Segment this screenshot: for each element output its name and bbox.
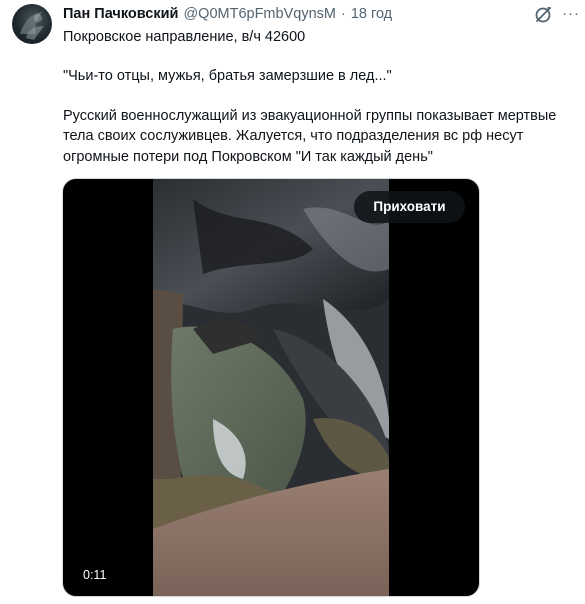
video-frame[interactable] bbox=[153, 179, 389, 596]
tweet-text-line: огромные потери под Покровском "И так ка… bbox=[63, 149, 433, 165]
video-still bbox=[153, 179, 389, 596]
separator-dot: · bbox=[340, 6, 346, 22]
more-options-icon[interactable]: ··· bbox=[561, 4, 581, 24]
video-duration: 0:11 bbox=[83, 568, 107, 582]
hide-media-button[interactable]: Приховати bbox=[354, 191, 465, 223]
timestamp[interactable]: 18 год bbox=[351, 6, 392, 22]
author-handle[interactable]: @Q0MT6pFmbVqynsM bbox=[183, 6, 336, 22]
video-player[interactable]: Приховати 0:11 bbox=[62, 178, 480, 597]
author-name[interactable]: Пан Пачковский bbox=[63, 6, 178, 22]
tweet-text-line: Русский военнослужащий из эвакуационной … bbox=[63, 108, 557, 124]
tweet-text-line: "Чьи-то отцы, мужья, братья замерзшие в … bbox=[63, 68, 392, 84]
avatar[interactable] bbox=[12, 4, 52, 44]
avatar-image bbox=[20, 12, 44, 40]
tweet-text-line: Покровское направление, в/ч 42600 bbox=[63, 29, 306, 45]
tweet: Пан Пачковский @Q0MT6pFmbVqynsM · 18 год… bbox=[0, 0, 585, 604]
tweet-header: Пан Пачковский @Q0MT6pFmbVqynsM · 18 год bbox=[63, 6, 523, 24]
grok-icon[interactable] bbox=[533, 5, 553, 25]
tweet-text-line: тела своих сослуживцев. Жалуется, что по… bbox=[63, 128, 524, 144]
